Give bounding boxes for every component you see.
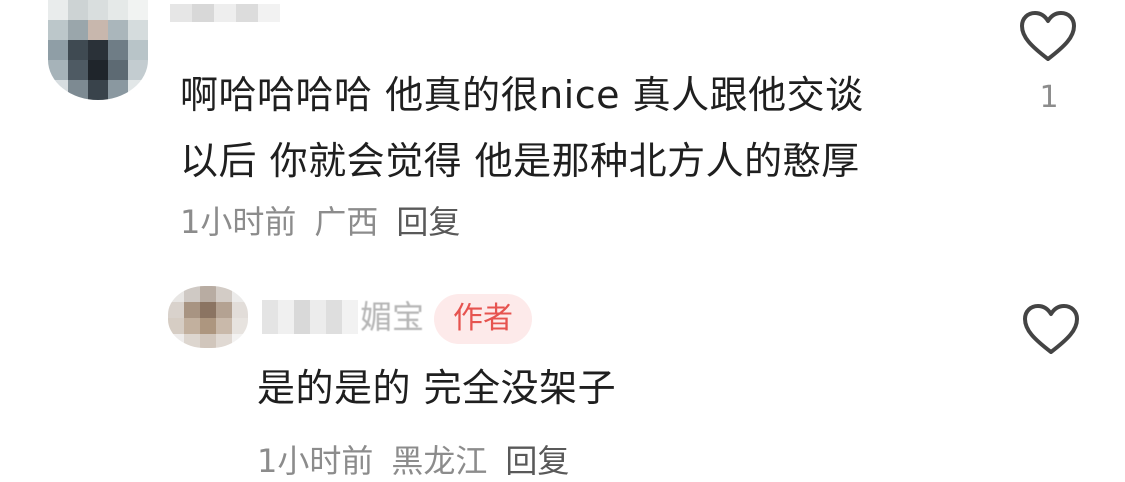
- comment-text: 啊哈哈哈哈 他真的很nice 真人跟他交谈 以后 你就会觉得 他是那种北方人的憨…: [180, 62, 864, 194]
- heart-outline-icon[interactable]: [1019, 10, 1077, 64]
- like-count: 1: [1039, 80, 1059, 115]
- comment-meta: 1小时前 广西 回复: [180, 197, 460, 243]
- avatar[interactable]: [48, 0, 148, 100]
- username-blurred[interactable]: [170, 4, 280, 22]
- comment-text-line: 是的是的 完全没架子: [257, 366, 617, 410]
- comment-location: 黑龙江: [391, 442, 488, 480]
- reply-button[interactable]: 回复: [396, 197, 460, 243]
- comment-text-line: 以后 你就会觉得 他是那种北方人的憨厚: [180, 139, 860, 183]
- author-badge: 作者: [434, 294, 532, 344]
- username-blurred[interactable]: 媚宝: [262, 300, 427, 334]
- comment-location: 广西: [314, 203, 379, 241]
- comment-meta: 1小时前 黑龙江 回复: [257, 436, 569, 482]
- username-visible-fragment: 媚宝: [360, 298, 425, 336]
- heart-outline-icon[interactable]: [1022, 303, 1080, 357]
- comment-text-line: 啊哈哈哈哈 他真的很nice 真人跟他交谈: [180, 73, 864, 117]
- comment-time: 1小时前: [257, 442, 374, 480]
- avatar[interactable]: [168, 286, 248, 348]
- comment-text: 是的是的 完全没架子: [257, 355, 616, 421]
- reply-button[interactable]: 回复: [505, 436, 569, 482]
- comment-time: 1小时前: [180, 203, 297, 241]
